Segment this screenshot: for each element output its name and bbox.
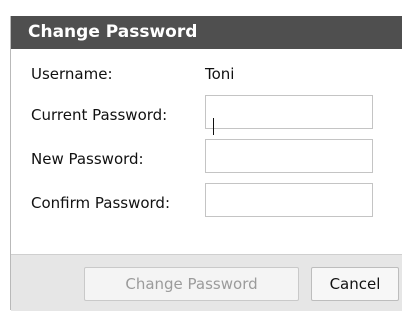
- cancel-button[interactable]: Cancel: [311, 267, 399, 301]
- confirm-password-field[interactable]: [205, 183, 373, 217]
- dialog-footer: Change Password Cancel: [11, 254, 402, 311]
- username-value: Toni: [205, 65, 235, 83]
- current-password-label: Current Password:: [31, 106, 168, 124]
- new-password-field[interactable]: [205, 139, 373, 173]
- text-cursor: [213, 118, 214, 135]
- dialog-title-bar[interactable]: Change Password: [11, 16, 402, 49]
- change-password-button[interactable]: Change Password: [84, 267, 299, 301]
- new-password-label: New Password:: [31, 150, 144, 168]
- current-password-field[interactable]: [205, 95, 373, 129]
- username-label: Username:: [31, 65, 113, 83]
- confirm-password-label: Confirm Password:: [31, 194, 171, 212]
- dialog-title: Change Password: [28, 22, 198, 42]
- change-password-dialog: Change Password Username: Toni Current P…: [10, 16, 402, 311]
